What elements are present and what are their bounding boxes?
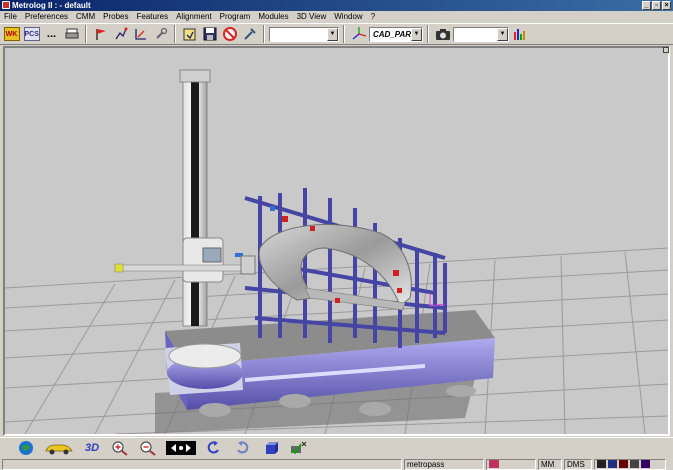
- menu-alignment[interactable]: Alignment: [172, 11, 216, 23]
- tool-icon[interactable]: [151, 25, 170, 44]
- status-user: metropass: [404, 458, 484, 470]
- status-icons: [486, 458, 536, 470]
- status-bar: metropass MM DMS: [0, 458, 673, 470]
- tool-status-icon: [489, 460, 499, 468]
- status-tray: [594, 458, 666, 470]
- menu-preferences[interactable]: Preferences: [21, 11, 72, 23]
- axes-icon[interactable]: [349, 25, 368, 44]
- probe-tool-icon[interactable]: [240, 25, 259, 44]
- chevron-down-icon[interactable]: ▼: [327, 27, 338, 41]
- rotate-left-icon[interactable]: [202, 439, 226, 457]
- tray-icon[interactable]: [630, 460, 639, 468]
- globe-icon[interactable]: [14, 439, 38, 457]
- 3d-view-button[interactable]: 3D: [80, 439, 104, 457]
- main-toolbar: WK PCS ... ▼ CAD_PART ▼ ▼: [0, 23, 673, 45]
- minimize-button[interactable]: _: [642, 1, 651, 10]
- window-title: Metrolog II : - default: [12, 1, 91, 10]
- menu-features[interactable]: Features: [133, 11, 173, 23]
- pcs-button[interactable]: PCS: [22, 25, 41, 44]
- close-button[interactable]: ×: [662, 1, 671, 10]
- fit-view-icon[interactable]: [164, 439, 198, 457]
- menu-window[interactable]: Window: [330, 11, 366, 23]
- cad-part-select[interactable]: CAD_PART ▼: [369, 26, 423, 42]
- menu-modules[interactable]: Modules: [254, 11, 292, 23]
- zoom-in-icon[interactable]: [108, 439, 132, 457]
- menu-3d-view[interactable]: 3D View: [293, 11, 331, 23]
- feature-select[interactable]: ▼: [269, 26, 339, 42]
- print-icon[interactable]: [62, 25, 81, 44]
- tray-icon[interactable]: [608, 460, 617, 468]
- view-select[interactable]: ▼: [453, 26, 509, 42]
- zoom-out-icon[interactable]: [136, 439, 160, 457]
- report-chart-icon[interactable]: [510, 25, 529, 44]
- cancel-icon[interactable]: [220, 25, 239, 44]
- chevron-down-icon[interactable]: ▼: [497, 27, 508, 41]
- flag-icon[interactable]: [91, 25, 110, 44]
- car-icon[interactable]: [42, 439, 76, 457]
- 3d-viewport[interactable]: [3, 46, 670, 436]
- menu-help[interactable]: ?: [367, 11, 379, 23]
- workspace-button[interactable]: WK: [2, 25, 21, 44]
- chevron-down-icon[interactable]: ▼: [411, 27, 422, 41]
- align-icon[interactable]: [131, 25, 150, 44]
- viewport-resize-grip[interactable]: [663, 47, 669, 53]
- app-icon[interactable]: [2, 1, 10, 9]
- status-message: [2, 458, 402, 470]
- menu-cmm[interactable]: CMM: [72, 11, 99, 23]
- save-icon[interactable]: [200, 25, 219, 44]
- menu-program[interactable]: Program: [216, 11, 255, 23]
- rotate-right-icon[interactable]: [230, 439, 254, 457]
- menu-bar: File Preferences CMM Probes Features Ali…: [0, 11, 673, 23]
- status-units: MM: [538, 458, 562, 470]
- title-bar: Metrolog II : - default _ ▫ ×: [0, 0, 673, 11]
- tray-icon[interactable]: [641, 460, 650, 468]
- restore-button[interactable]: ▫: [652, 1, 661, 10]
- cube-icon[interactable]: [258, 439, 282, 457]
- machine-check-icon[interactable]: [286, 439, 310, 457]
- view-toolbar: 3D: [0, 437, 673, 457]
- camera-icon[interactable]: [433, 25, 452, 44]
- menu-probes[interactable]: Probes: [99, 11, 132, 23]
- status-angle-format: DMS: [564, 458, 592, 470]
- tray-icon[interactable]: [619, 460, 628, 468]
- tray-icon[interactable]: [597, 460, 606, 468]
- menu-file[interactable]: File: [3, 11, 21, 23]
- import-cad-icon[interactable]: [180, 25, 199, 44]
- more-button[interactable]: ...: [42, 25, 61, 44]
- cmm-scene[interactable]: [5, 48, 668, 434]
- probe-path-icon[interactable]: [111, 25, 130, 44]
